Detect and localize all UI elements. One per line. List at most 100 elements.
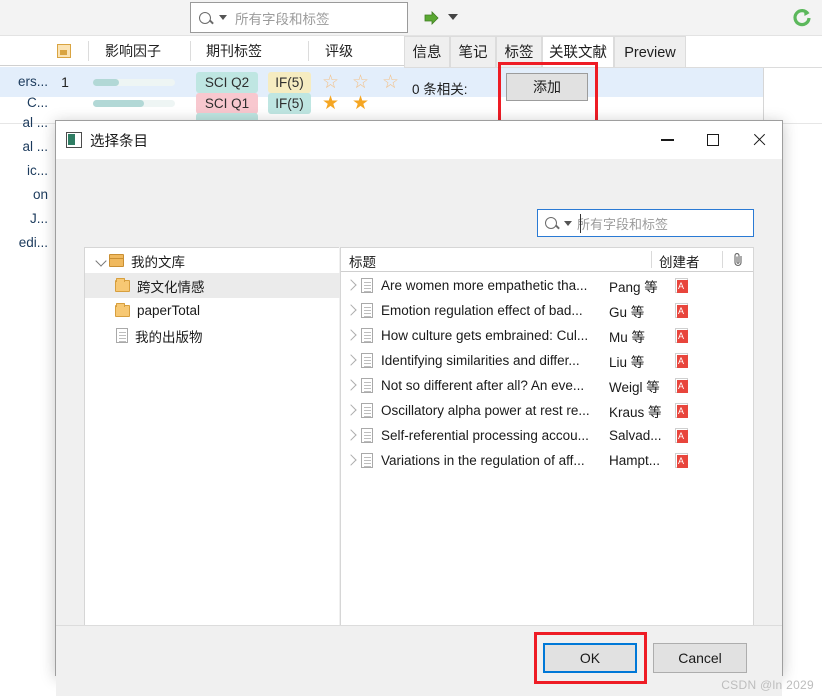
pdf-icon (675, 353, 688, 369)
tab-preview[interactable]: Preview (614, 36, 686, 68)
list-item[interactable]: Are women more empathetic tha... Pang 等 (341, 273, 753, 298)
folder-icon (115, 277, 130, 292)
list-item-creator: Hampt... (609, 453, 661, 468)
tree-node-my-library[interactable]: 我的文库 (85, 248, 340, 273)
document-icon (361, 328, 373, 343)
tab-notes[interactable]: 笔记 (450, 36, 496, 68)
chevron-right-icon[interactable] (341, 298, 361, 323)
dialog-search-placeholder: 所有字段和标签 (577, 216, 669, 232)
chevron-right-icon[interactable] (341, 373, 361, 398)
list-item-title: Identifying similarities and differ... (381, 353, 580, 368)
pdf-icon (675, 403, 688, 419)
list-item-title: Emotion regulation effect of bad... (381, 303, 583, 318)
related-count-label: 0 条相关: (412, 82, 468, 97)
select-items-dialog: 选择条目 所有字段和标签 我的文库 跨文化情感 paperTotal 我的出版物… (55, 120, 783, 696)
column-separator (722, 251, 723, 268)
column-header-rating[interactable]: 评级 (315, 36, 353, 66)
document-icon (116, 328, 128, 343)
column-header-creator[interactable]: 创建者 (659, 251, 700, 271)
list-item-creator: Kraus 等 (609, 404, 662, 420)
dialog-body: 所有字段和标签 我的文库 跨文化情感 paperTotal 我的出版物 标题 创… (56, 159, 782, 696)
global-search-placeholder: 所有字段和标签 (235, 11, 330, 27)
list-item-creator: Mu 等 (609, 329, 646, 345)
green-arrow-icon[interactable] (424, 10, 440, 26)
global-search-input[interactable]: 所有字段和标签 (190, 2, 408, 33)
chevron-right-icon[interactable] (341, 273, 361, 298)
cancel-button[interactable]: Cancel (653, 643, 747, 673)
library-tree: 我的文库 跨文化情感 paperTotal 我的出版物 (84, 247, 340, 647)
tab-info[interactable]: 信息 (404, 36, 450, 68)
document-icon (361, 278, 373, 293)
close-icon[interactable] (736, 121, 782, 159)
watermark: CSDN @ln 2029 (721, 678, 814, 692)
pdf-icon (675, 428, 688, 444)
items-list-header: 标题 创建者 (341, 248, 753, 272)
tabbar-underline (404, 67, 822, 68)
column-separator (308, 41, 309, 61)
list-item-title: Are women more empathetic tha... (381, 278, 588, 293)
application-icon (66, 132, 82, 148)
column-header-impact-factor[interactable]: 影响因子 (95, 36, 161, 66)
column-sort-icon[interactable] (57, 44, 71, 58)
pdf-icon (675, 303, 688, 319)
tree-node-label: paperTotal (137, 303, 201, 318)
tree-node-label: 跨文化情感 (137, 279, 205, 295)
library-box-icon (109, 254, 124, 267)
document-icon (361, 428, 373, 443)
search-icon (199, 11, 211, 24)
column-separator (88, 41, 89, 61)
impact-factor-bar (93, 100, 175, 107)
tree-node-my-publications[interactable]: 我的出版物 (85, 323, 340, 348)
tree-node-cross-cultural[interactable]: 跨文化情感 (85, 273, 340, 298)
list-item-title: Not so different after all? An eve... (381, 378, 585, 393)
list-item[interactable]: Emotion regulation effect of bad... Gu 等 (341, 298, 753, 323)
chevron-right-icon[interactable] (341, 398, 361, 423)
minimize-icon[interactable] (644, 121, 690, 159)
highlight-box-add-button (498, 62, 598, 124)
list-item-title: Oscillatory alpha power at rest re... (381, 403, 590, 418)
dialog-title: 选择条目 (90, 134, 148, 150)
tree-node-label: 我的出版物 (135, 329, 203, 345)
list-item[interactable]: How culture gets embrained: Cul... Mu 等 (341, 323, 753, 348)
refresh-icon[interactable] (792, 8, 812, 28)
chevron-right-icon[interactable] (341, 448, 361, 473)
column-header-title[interactable]: 标题 (349, 251, 376, 271)
tree-node-paper-total[interactable]: paperTotal (85, 298, 340, 323)
pdf-icon (675, 453, 688, 469)
document-icon (361, 303, 373, 318)
document-icon (361, 353, 373, 368)
document-icon (361, 378, 373, 393)
list-item[interactable]: Not so different after all? An eve... We… (341, 373, 753, 398)
list-item[interactable]: Self-referential processing accou... Sal… (341, 423, 753, 448)
column-header-journal-tag[interactable]: 期刊标签 (196, 36, 262, 66)
go-dropdown-icon[interactable] (448, 14, 458, 20)
dialog-titlebar[interactable]: 选择条目 (56, 121, 782, 159)
chevron-right-icon[interactable] (341, 348, 361, 373)
maximize-icon[interactable] (690, 121, 736, 159)
chevron-right-icon[interactable] (341, 323, 361, 348)
chevron-down-icon[interactable] (564, 220, 572, 226)
screen: 所有字段和标签 影响因子 期刊标签 评级 ers... 1 SCI Q2 IF(… (0, 0, 822, 696)
list-item[interactable]: Identifying similarities and differ... L… (341, 348, 753, 373)
document-icon (361, 453, 373, 468)
pdf-icon (675, 378, 688, 394)
table-row-left-label: edi... (18, 235, 48, 250)
chevron-right-icon[interactable] (341, 423, 361, 448)
list-item-title: How culture gets embrained: Cul... (381, 328, 589, 343)
app-toolbar: 所有字段和标签 (0, 0, 822, 36)
paperclip-icon[interactable] (732, 252, 745, 267)
impact-factor-bar-fill (93, 79, 119, 86)
dialog-search-input[interactable]: 所有字段和标签 (537, 209, 754, 237)
items-list: 标题 创建者 Are women more empathetic tha... … (340, 247, 754, 647)
chevron-down-icon[interactable] (93, 248, 109, 273)
search-icon (545, 217, 557, 229)
list-item-creator: Weigl 等 (609, 379, 660, 395)
chevron-down-icon[interactable] (219, 15, 227, 20)
list-item[interactable]: Variations in the regulation of aff... H… (341, 448, 753, 473)
ok-button[interactable]: OK (543, 643, 637, 673)
list-item[interactable]: Oscillatory alpha power at rest re... Kr… (341, 398, 753, 423)
folder-icon (115, 302, 130, 317)
pdf-icon (675, 328, 688, 344)
text-cursor (580, 214, 581, 233)
list-item-creator: Pang 等 (609, 279, 658, 295)
